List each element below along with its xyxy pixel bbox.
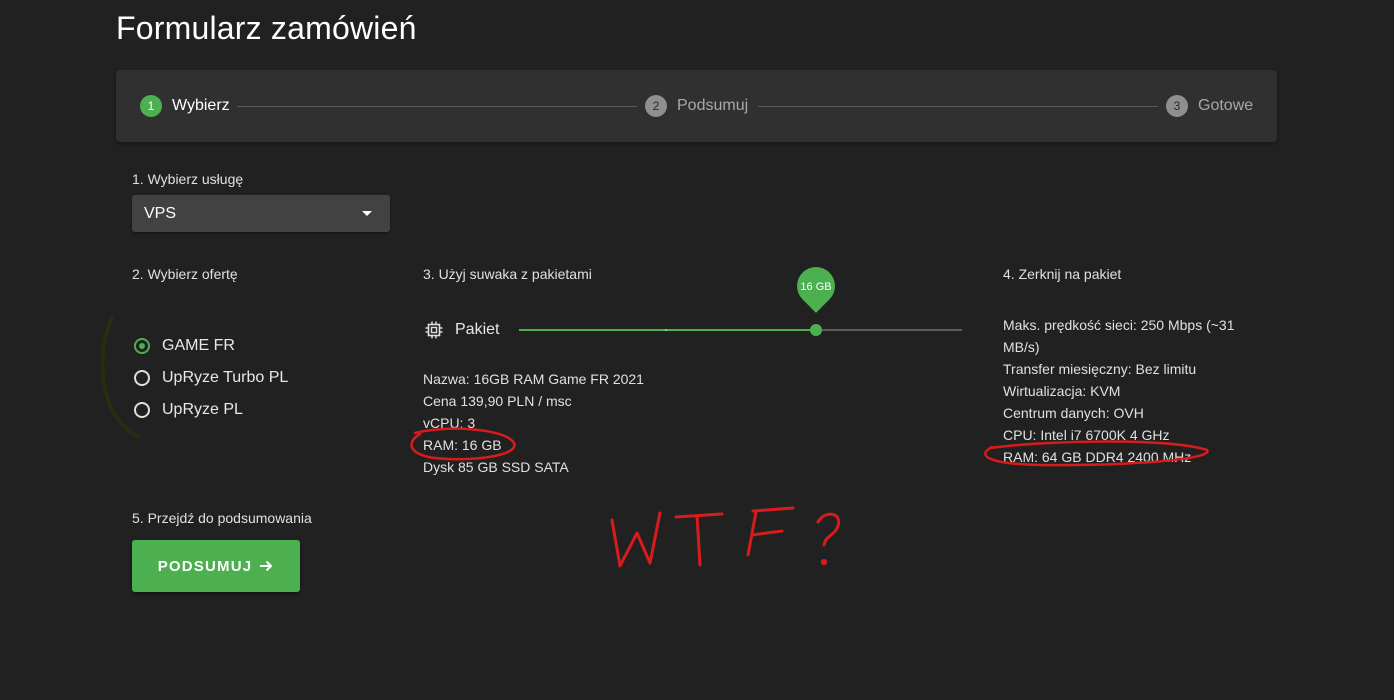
- package-ram: RAM: 16 GB: [423, 437, 502, 453]
- spec-cpu: CPU: Intel i7 6700K 4 GHz: [1003, 427, 1170, 443]
- offer-option-upryze-turbo-pl[interactable]: UpRyze Turbo PL: [134, 368, 288, 388]
- offer-option-upryze-pl[interactable]: UpRyze PL: [134, 400, 243, 420]
- caret-down-icon: [362, 211, 372, 216]
- step-number: 3: [1166, 95, 1188, 117]
- service-section-label: 1. Wybierz usługę: [132, 171, 244, 187]
- package-details: Nazwa: 16GB RAM Game FR 2021 Cena 139,90…: [423, 368, 644, 478]
- package-name: Nazwa: 16GB RAM Game FR 2021: [423, 371, 644, 387]
- slider-value-label: 16 GB: [800, 281, 832, 293]
- radio-unchecked-icon[interactable]: [134, 370, 150, 386]
- chip-icon: [425, 321, 443, 339]
- package-specs: Maks. prędkość sieci: 250 Mbps (~31 MB/s…: [1003, 314, 1258, 468]
- offer-option-label: GAME FR: [162, 337, 235, 354]
- package-slider[interactable]: 16 GB: [519, 259, 962, 336]
- annotation-wtf-text: [610, 506, 841, 568]
- package-disk: Dysk 85 GB SSD SATA: [423, 459, 569, 475]
- step-label: Wybierz: [172, 97, 230, 114]
- specs-section-label: 4. Zerknij na pakiet: [1003, 266, 1122, 282]
- slider-section-label: 3. Użyj suwaka z pakietami: [423, 266, 592, 282]
- step-number: 2: [645, 95, 667, 117]
- step-choose[interactable]: 1 Wybierz: [140, 95, 230, 117]
- slider-thumb[interactable]: [810, 324, 822, 336]
- offer-section-label: 2. Wybierz ofertę: [132, 266, 238, 282]
- step-label: Gotowe: [1198, 97, 1254, 114]
- offer-option-game-fr[interactable]: GAME FR: [134, 336, 235, 356]
- arrow-right-icon: [260, 560, 273, 572]
- service-select[interactable]: VPS: [132, 195, 390, 232]
- radio-checked-icon[interactable]: [134, 338, 150, 354]
- annotation-bracket-stroke: [100, 316, 140, 439]
- spec-datacenter: Centrum danych: OVH: [1003, 405, 1144, 421]
- summary-section-label: 5. Przejdź do podsumowania: [132, 510, 312, 526]
- spec-transfer: Transfer miesięczny: Bez limitu: [1003, 361, 1197, 377]
- stepper: 1 Wybierz 2 Podsumuj 3 Gotowe: [116, 70, 1277, 142]
- step-label: Podsumuj: [677, 97, 749, 114]
- package-price: Cena 139,90 PLN / msc: [423, 393, 572, 409]
- step-connector: [758, 106, 1158, 107]
- order-form-page: Formularz zamówień 1 Wybierz 2 Podsumuj …: [0, 0, 1394, 700]
- package-vcpu: vCPU: 3: [423, 415, 476, 431]
- slider-fill: [519, 329, 816, 331]
- step-summary[interactable]: 2 Podsumuj: [645, 95, 748, 117]
- radio-unchecked-icon[interactable]: [134, 402, 150, 418]
- service-select-value: VPS: [144, 204, 177, 222]
- slider-tick: [665, 329, 667, 331]
- spec-virtualization: Wirtualizacja: KVM: [1003, 383, 1121, 399]
- page-title: Formularz zamówień: [116, 10, 417, 46]
- spec-network-speed: Maks. prędkość sieci: 250 Mbps (~31 MB/s…: [1003, 317, 1235, 355]
- offer-option-label: UpRyze Turbo PL: [162, 369, 289, 386]
- summary-button[interactable]: PODSUMUJ: [132, 540, 300, 592]
- spec-ram: RAM: 64 GB DDR4 2400 MHz: [1003, 449, 1192, 465]
- step-done[interactable]: 3 Gotowe: [1166, 95, 1253, 117]
- slider-label: Pakiet: [455, 321, 500, 338]
- step-number: 1: [140, 95, 162, 117]
- step-connector: [237, 106, 637, 107]
- offer-option-label: UpRyze PL: [162, 401, 243, 418]
- summary-button-label: PODSUMUJ: [157, 557, 253, 575]
